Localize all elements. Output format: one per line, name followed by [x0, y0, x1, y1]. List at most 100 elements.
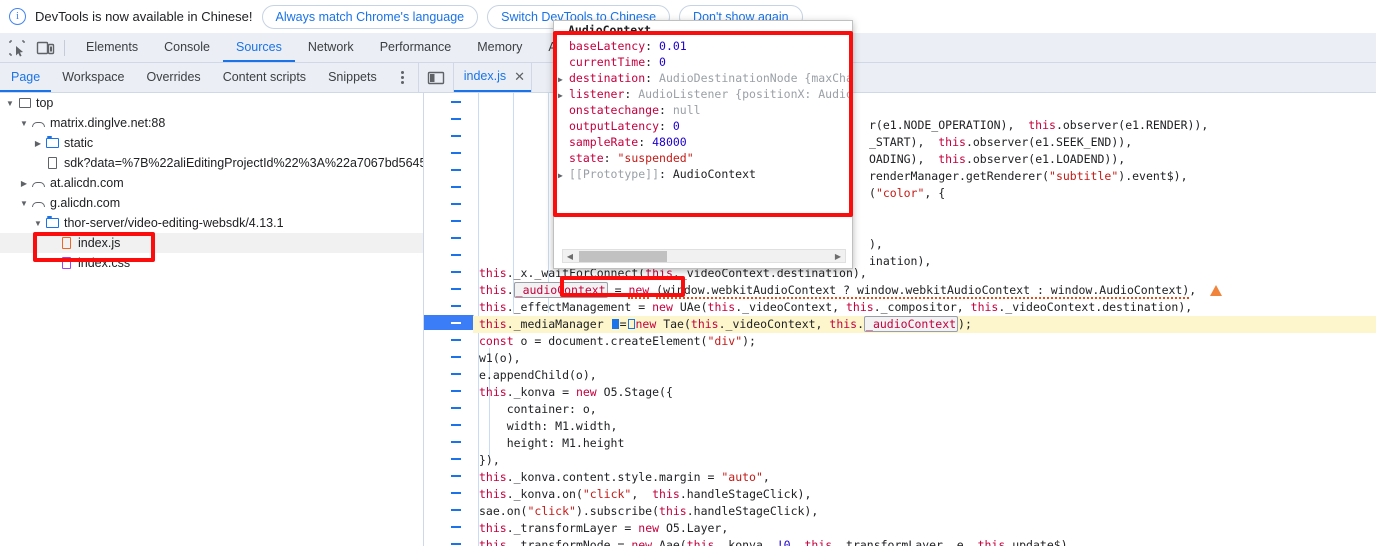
code-line[interactable]: ),	[863, 236, 1376, 253]
gutter-line[interactable]	[424, 416, 473, 433]
audiocontext-token[interactable]: _audioContext	[864, 316, 959, 332]
code-line[interactable]: container: o,	[473, 401, 1376, 418]
tree-item-matrix[interactable]: matrix.dinglve.net:88	[0, 113, 423, 133]
code-line[interactable]: height: M1.height	[473, 435, 1376, 452]
chevron-right-icon[interactable]	[18, 179, 30, 188]
code-line[interactable]: this. _audioContext = new (window.webkitA…	[473, 282, 1376, 299]
gutter-line[interactable]	[424, 161, 473, 178]
code-line[interactable]: width: M1.width,	[473, 418, 1376, 435]
execution-line-marker[interactable]	[424, 314, 480, 331]
tree-item-at[interactable]: at.alicdn.com	[0, 173, 423, 193]
gutter-line[interactable]	[424, 127, 473, 144]
code-line[interactable]: this._transformNode = new Aae(this._konv…	[473, 537, 1376, 546]
device-toolbar-icon[interactable]	[34, 37, 56, 59]
chevron-down-icon[interactable]	[18, 199, 30, 208]
chevron-down-icon[interactable]	[18, 119, 30, 128]
more-options-icon[interactable]	[394, 67, 412, 89]
subtab-workspace[interactable]: Workspace	[51, 63, 135, 92]
gutter-line[interactable]	[424, 518, 473, 535]
object-preview-popup[interactable]: AudioContext baseLatency: 0.01 currentTim…	[553, 20, 853, 269]
code-line[interactable]: this._transformLayer = new O5.Layer,	[473, 520, 1376, 537]
tab-sources[interactable]: Sources	[222, 33, 295, 62]
code-line[interactable]: _START), this.observer(e1.SEEK_END)),	[863, 134, 1376, 151]
gutter-line[interactable]	[424, 280, 473, 297]
scrollbar-thumb[interactable]	[579, 251, 667, 262]
gutter-line[interactable]	[424, 399, 473, 416]
audiocontext-token[interactable]: _audioContext	[513, 282, 608, 298]
warning-triangle-icon[interactable]	[1210, 285, 1223, 296]
code-line[interactable]: const o = document.createElement("div");	[473, 333, 1376, 350]
subtab-snippets[interactable]: Snippets	[317, 63, 388, 92]
gutter-line[interactable]	[424, 229, 473, 246]
inspect-element-icon[interactable]	[6, 37, 28, 59]
gutter-line[interactable]	[424, 450, 473, 467]
code-line[interactable]: r(e1.NODE_OPERATION), this.observer(e1.R…	[863, 117, 1376, 134]
popup-property-row[interactable]: currentTime: 0	[554, 54, 852, 70]
gutter-line[interactable]	[424, 110, 473, 127]
gutter-line[interactable]	[424, 195, 473, 212]
gutter-line[interactable]	[424, 382, 473, 399]
popup-property-row[interactable]: ▶ destination: AudioDestinationNode {maxC…	[554, 70, 852, 86]
scroll-right-icon[interactable]: ▶	[831, 252, 845, 261]
popup-horizontal-scrollbar[interactable]: ◀ ▶	[562, 249, 846, 263]
code-line[interactable]: w1(o),	[473, 350, 1376, 367]
code-line[interactable]: this._konva = new O5.Stage({	[473, 384, 1376, 401]
code-line[interactable]: sae.on("click").subscribe(this.handleSta…	[473, 503, 1376, 520]
gutter-line[interactable]	[424, 348, 473, 365]
gutter-line[interactable]	[424, 433, 473, 450]
gutter-line[interactable]	[424, 467, 473, 484]
gutter-line[interactable]	[424, 501, 473, 518]
show-navigator-icon[interactable]	[423, 67, 449, 89]
gutter-line[interactable]	[424, 144, 473, 161]
close-icon[interactable]: ✕	[514, 62, 525, 91]
file-tab-index-js[interactable]: index.js ✕	[453, 62, 532, 92]
subtab-content-scripts[interactable]: Content scripts	[212, 63, 317, 92]
tab-memory[interactable]: Memory	[464, 33, 535, 62]
gutter-line[interactable]	[424, 246, 473, 263]
gutter-line[interactable]	[424, 93, 473, 110]
popup-property-row[interactable]: ▶ [[Prototype]]: AudioContext	[554, 166, 852, 182]
code-line[interactable]: e.appendChild(o),	[473, 367, 1376, 384]
always-match-language-button[interactable]: Always match Chrome's language	[261, 4, 479, 29]
code-line[interactable]: ("color", {	[863, 185, 1376, 202]
gutter-line[interactable]	[424, 263, 473, 280]
popup-property-row[interactable]: sampleRate: 48000	[554, 134, 852, 150]
chevron-right-icon[interactable]	[32, 139, 44, 148]
code-line[interactable]: this._mediaManager = new Tae(this._videoC…	[473, 316, 1376, 333]
popup-property-row[interactable]: baseLatency: 0.01	[554, 38, 852, 54]
tree-item-static[interactable]: static	[0, 133, 423, 153]
gutter-line[interactable]	[424, 297, 473, 314]
code-line[interactable]: this._effectManagement = new UAe(this._v…	[473, 299, 1376, 316]
gutter-line[interactable]	[424, 178, 473, 195]
tree-item-index[interactable]: index.js	[0, 233, 423, 253]
tree-item-thor-server[interactable]: thor-server/video-editing-websdk/4.13.1	[0, 213, 423, 233]
gutter-line[interactable]	[424, 535, 473, 546]
editor-gutter[interactable]	[424, 93, 480, 546]
scrollbar-track[interactable]	[577, 250, 831, 262]
tab-console[interactable]: Console	[151, 33, 223, 62]
popup-property-row[interactable]: state: "suspended"	[554, 150, 852, 166]
subtab-overrides[interactable]: Overrides	[136, 63, 212, 92]
popup-property-row[interactable]: outputLatency: 0	[554, 118, 852, 134]
chevron-down-icon[interactable]	[4, 99, 16, 108]
gutter-line[interactable]	[424, 331, 473, 348]
popup-property-row[interactable]: onstatechange: null	[554, 102, 852, 118]
tree-item-index[interactable]: index.css	[0, 253, 423, 273]
tab-network[interactable]: Network	[295, 33, 367, 62]
tab-performance[interactable]: Performance	[367, 33, 465, 62]
scroll-left-icon[interactable]: ◀	[563, 252, 577, 261]
tab-elements[interactable]: Elements	[73, 33, 151, 62]
gutter-line[interactable]	[424, 365, 473, 382]
chevron-down-icon[interactable]	[32, 219, 44, 228]
expand-triangle-icon[interactable]: ▶	[558, 168, 569, 184]
tree-item-sdk[interactable]: sdk?data=%7B%22aliEditingProjectId%22%3A…	[0, 153, 423, 173]
subtab-page[interactable]: Page	[0, 63, 52, 92]
code-line[interactable]: OADING), this.observer(e1.LOADEND)),	[863, 151, 1376, 168]
code-line[interactable]: }),	[473, 452, 1376, 469]
gutter-line[interactable]	[424, 212, 473, 229]
tree-item-top[interactable]: top	[0, 93, 423, 113]
gutter-line[interactable]	[424, 484, 473, 501]
code-line[interactable]: this._konva.content.style.margin = "auto…	[473, 469, 1376, 486]
popup-property-row[interactable]: ▶ listener: AudioListener {positionX: Aud…	[554, 86, 852, 102]
code-line[interactable]: renderManager.getRenderer("subtitle").ev…	[863, 168, 1376, 185]
